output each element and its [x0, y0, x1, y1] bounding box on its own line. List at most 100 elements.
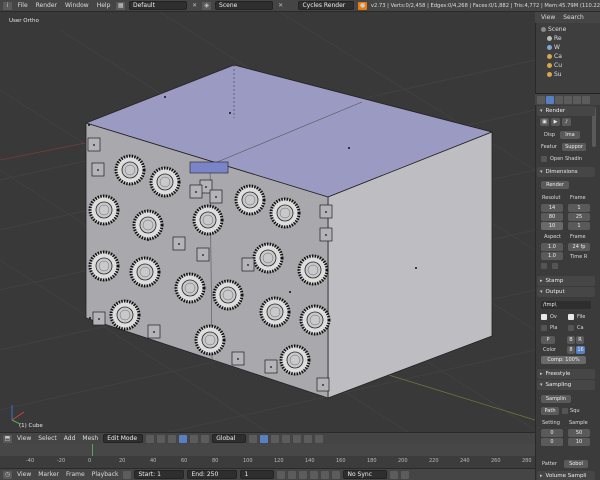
bw-toggle[interactable]: B [567, 336, 575, 344]
next-key-icon[interactable] [321, 470, 330, 479]
overwrite-checkbox[interactable] [541, 314, 547, 320]
outliner-item-cube[interactable]: Cu [547, 61, 562, 69]
knob[interactable] [297, 254, 329, 286]
menu-marker[interactable]: Marker [36, 471, 61, 478]
object-tab-icon[interactable] [564, 95, 572, 104]
outliner-item-world[interactable]: W [547, 43, 560, 51]
end-frame-field[interactable]: End: 250 [187, 470, 238, 479]
screen-layout-icon[interactable]: ▦ [116, 1, 125, 10]
jump-end-icon[interactable] [332, 470, 341, 479]
menu-frame[interactable]: Frame [64, 471, 87, 478]
menu-render[interactable]: Render [34, 2, 59, 9]
menu-view[interactable]: View [15, 471, 33, 478]
menu-mesh[interactable]: Mesh [80, 435, 100, 442]
animation-button-icon[interactable]: ▶ [551, 118, 560, 126]
manipulator-icon[interactable] [168, 434, 177, 443]
scale-icon[interactable] [201, 434, 210, 443]
proportional-icon[interactable] [293, 434, 302, 443]
knob[interactable] [88, 250, 120, 282]
knob[interactable] [212, 279, 244, 311]
vertex-select-icon[interactable] [249, 434, 258, 443]
rotate-icon[interactable] [190, 434, 199, 443]
color-depth-8-toggle[interactable]: 8 [567, 346, 575, 354]
knob[interactable] [114, 154, 146, 186]
sampling-preset-select[interactable]: Samplin [541, 395, 571, 403]
fps-select[interactable]: 24 fp [568, 243, 590, 251]
rgb-toggle[interactable]: R [576, 336, 584, 344]
menu-file[interactable]: File [16, 2, 30, 9]
snap-element-icon[interactable] [315, 434, 324, 443]
file-extensions-checkbox[interactable] [568, 314, 574, 320]
render-samples-field[interactable]: 50 [568, 429, 590, 437]
translate-icon[interactable] [179, 434, 188, 443]
sampling-section-header[interactable]: Sampling [537, 380, 595, 390]
timeline-ruler[interactable] [0, 456, 535, 468]
seed-field-2[interactable]: 0 [541, 438, 563, 446]
menu-view[interactable]: View [15, 435, 33, 442]
jump-start-icon[interactable] [277, 470, 286, 479]
mode-select[interactable]: Edit Mode [103, 434, 144, 443]
aspect-x-field[interactable]: 1.0 [541, 243, 563, 251]
stamp-section-header[interactable]: Stamp [537, 276, 595, 286]
knob[interactable] [299, 304, 331, 336]
placeholders-checkbox[interactable] [541, 325, 547, 331]
cache-result-checkbox[interactable] [568, 325, 574, 331]
material-tab-icon[interactable] [582, 95, 590, 104]
start-frame-field[interactable]: Start: 1 [134, 470, 185, 479]
face-select-icon[interactable] [271, 434, 280, 443]
crop-checkbox[interactable] [552, 263, 558, 269]
outliner-item-sun[interactable]: Su [547, 70, 562, 78]
record-icon[interactable] [123, 470, 132, 479]
output-section-header[interactable]: Output [537, 287, 595, 297]
close-icon[interactable]: ✕ [277, 2, 285, 10]
render-section-header[interactable]: Render [537, 106, 595, 116]
menu-window[interactable]: Window [63, 2, 91, 9]
prev-key-icon[interactable] [288, 470, 297, 479]
sync-select[interactable]: No Sync [343, 470, 388, 479]
menu-playback[interactable]: Playback [90, 471, 121, 478]
color-depth-16-toggle[interactable]: 16 [576, 346, 585, 354]
knob[interactable] [252, 242, 284, 274]
play-reverse-icon[interactable] [299, 470, 308, 479]
knob[interactable] [192, 204, 224, 236]
knob[interactable] [109, 299, 141, 331]
scene-tab-icon[interactable] [546, 95, 554, 104]
open-shading-checkbox[interactable] [541, 156, 547, 162]
knob[interactable] [149, 166, 181, 198]
menu-add[interactable]: Add [62, 435, 78, 442]
res-x-field[interactable]: 14 [541, 204, 563, 212]
snap-icon[interactable] [304, 434, 313, 443]
viewport-canvas[interactable] [0, 12, 535, 432]
dimensions-section-header[interactable]: Dimensions [537, 167, 595, 177]
render-preset-select[interactable]: Render [541, 181, 569, 189]
orientation-select[interactable]: Global [212, 434, 247, 443]
render-engine-select[interactable]: Cycles Render [298, 1, 355, 10]
screen-layout-field[interactable]: Default [129, 1, 187, 10]
knob[interactable] [129, 256, 161, 288]
freestyle-section-header[interactable]: Freestyle [537, 369, 595, 379]
scene-field[interactable]: Scene [215, 1, 273, 10]
modifier-tab-icon[interactable] [573, 95, 581, 104]
edge-select-icon[interactable] [260, 434, 269, 443]
shading-icon[interactable] [146, 434, 155, 443]
square-samples-checkbox[interactable] [562, 408, 568, 414]
compression-slider[interactable]: Comp: 100% [541, 356, 586, 364]
outliner-item-scene[interactable]: Scene [541, 25, 566, 33]
preview-samples-field[interactable]: 10 [568, 438, 590, 446]
menu-view[interactable]: View [539, 14, 557, 21]
outliner-item-camera[interactable]: Ca [547, 52, 562, 60]
res-y-field[interactable]: 80 [541, 213, 563, 221]
outliner-search[interactable]: Search [561, 14, 586, 21]
audio-button-icon[interactable]: ♪ [562, 118, 571, 126]
knob[interactable] [279, 344, 311, 376]
editor-type-icon[interactable]: ⬒ [3, 434, 12, 443]
pivot-icon[interactable] [157, 434, 166, 443]
display-select[interactable]: Ima [560, 131, 580, 139]
aspect-y-field[interactable]: 1.0 [541, 252, 563, 260]
menu-select[interactable]: Select [36, 435, 59, 442]
knob[interactable] [132, 209, 164, 241]
frame-start-field[interactable]: 1 [568, 204, 590, 212]
keyframe-insert-icon[interactable] [401, 470, 410, 479]
close-icon[interactable]: ✕ [191, 2, 199, 10]
res-percent-field[interactable]: 10 [541, 222, 563, 230]
